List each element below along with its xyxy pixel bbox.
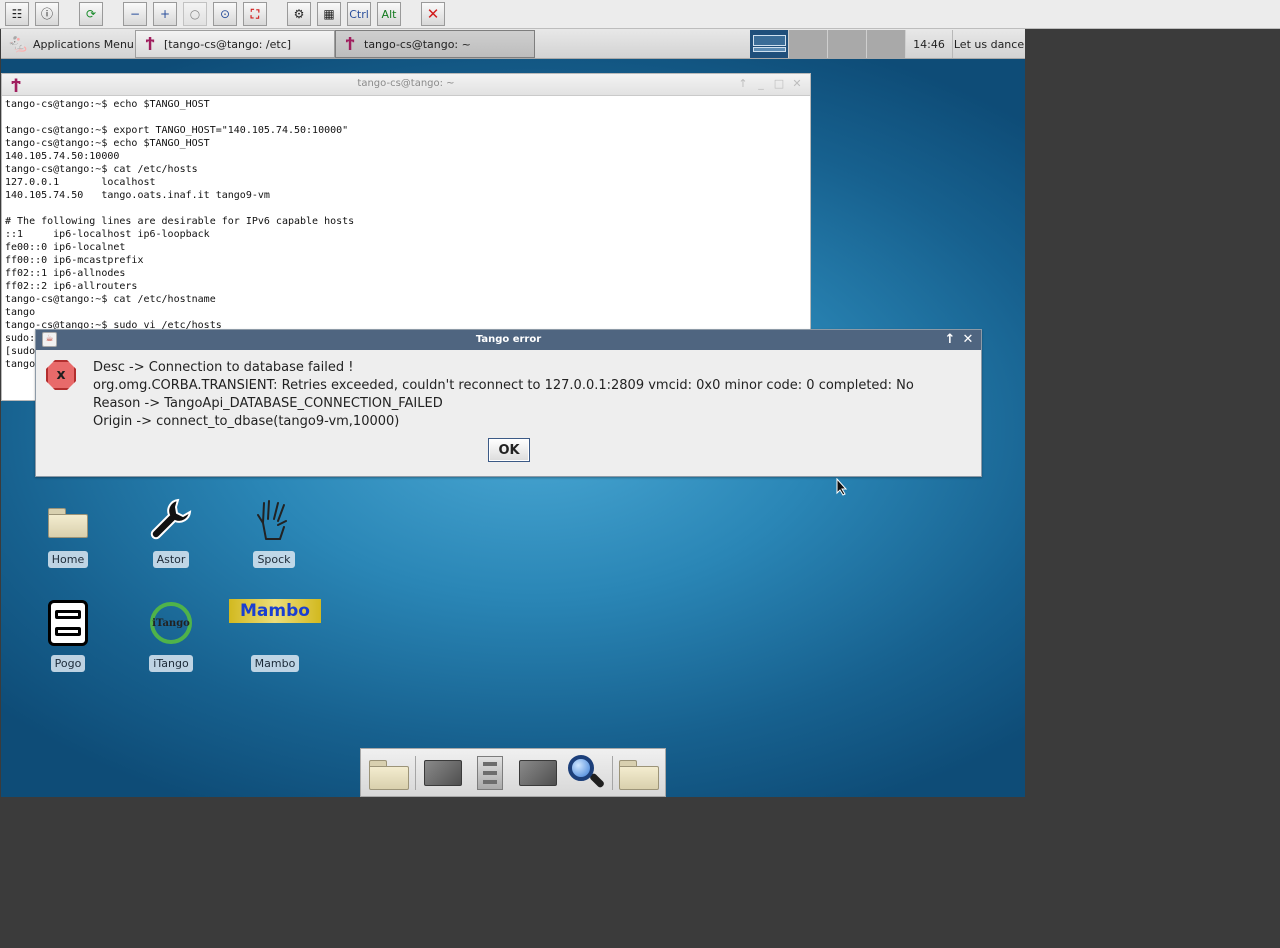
alt-button[interactable]: Alt xyxy=(377,2,401,26)
error-message: Desc -> Connection to database failed ! … xyxy=(93,359,914,431)
terminal-line: 127.0.0.1 localhost xyxy=(5,177,156,188)
folder-icon xyxy=(368,759,409,790)
desktop-icon-mambo[interactable]: Mambo Mambo xyxy=(229,599,321,672)
drive-icon xyxy=(424,759,462,786)
vulcan-hand-icon xyxy=(250,495,298,543)
terminal-line: 140.105.74.50 tango.oats.inaf.it tango9-… xyxy=(5,190,270,201)
terminal-app-icon: Ϯ xyxy=(345,36,355,51)
desktop-icon-label: Astor xyxy=(152,551,190,568)
clock[interactable]: 14:46 xyxy=(910,30,948,58)
send-keys-icon[interactable]: ▦ xyxy=(317,2,341,26)
maximize-icon[interactable]: □ xyxy=(772,77,786,91)
dock-panel xyxy=(360,748,666,797)
desktop-icon-label: Pogo xyxy=(50,655,86,672)
desktop-icon-itango[interactable]: iTango iTango xyxy=(131,599,211,672)
terminal-line: fe00::0 ip6-localnet xyxy=(5,242,126,253)
terminal-line: ff02::2 ip6-allrouters xyxy=(5,281,138,292)
connection-info-icon[interactable]: ⓘ xyxy=(35,2,59,26)
dock-drive-2[interactable] xyxy=(516,753,559,793)
workspace-3[interactable] xyxy=(828,30,867,58)
terminal-line: tango-cs@tango:~$ cat /etc/hostname xyxy=(5,294,216,305)
ok-button[interactable]: OK xyxy=(488,438,530,462)
terminal-line: ff02::1 ip6-allnodes xyxy=(5,268,126,279)
mouse-cursor-icon xyxy=(836,478,848,496)
terminal-line: ::1 ip6-localhost ip6-loopback xyxy=(5,229,210,240)
terminal-line: ff00::0 ip6-mcastprefix xyxy=(5,255,144,266)
terminal-line: tango xyxy=(5,307,36,318)
refresh-icon[interactable]: ⟳ xyxy=(79,2,103,26)
desktop-icon-label: Home xyxy=(47,551,89,568)
taskbar-item-label: tango-cs@tango: ~ xyxy=(364,37,471,51)
dialog-title: Tango error xyxy=(475,334,542,345)
workspace-2[interactable] xyxy=(789,30,828,58)
disconnect-icon[interactable]: ✕ xyxy=(421,2,445,26)
dock-file-manager[interactable] xyxy=(367,753,410,793)
ctrl-button[interactable]: Ctrl xyxy=(347,2,371,26)
drive-icon xyxy=(518,759,557,786)
terminal-line: tango-cs@tango:~$ echo $TANGO_HOST xyxy=(5,138,210,149)
zoom-in-icon[interactable]: + xyxy=(153,2,177,26)
desktop-icon-label: Spock xyxy=(253,551,295,568)
zoom-out-icon[interactable]: − xyxy=(123,2,147,26)
taskbar-item-terminal-etc[interactable]: Ϯ [tango-cs@tango: /etc] xyxy=(135,30,335,58)
xfce-mouse-icon: 🐁 xyxy=(7,33,30,54)
taskbar-item-terminal-home[interactable]: Ϯ tango-cs@tango: ~ xyxy=(335,30,535,58)
ctrl-alt-del-icon[interactable]: ⚙ xyxy=(287,2,311,26)
minimize-icon[interactable]: _ xyxy=(754,77,768,91)
keep-above-icon[interactable]: ↑ xyxy=(736,77,750,91)
error-reason: Reason -> TangoApi_DATABASE_CONNECTION_F… xyxy=(93,396,443,411)
terminal-line: # The following lines are desirable for … xyxy=(5,216,355,227)
dialog-titlebar[interactable]: ☕ Tango error ↑ ✕ xyxy=(36,330,981,350)
error-icon: x xyxy=(46,360,76,390)
dock-cabinet[interactable] xyxy=(469,753,512,793)
terminal-line: 140.105.74.50:10000 xyxy=(5,151,120,162)
terminal-title: tango-cs@tango: ~ xyxy=(357,78,455,89)
fullscreen-icon[interactable]: ⛶ xyxy=(243,2,267,26)
workspace-4[interactable] xyxy=(867,30,906,58)
workspace-1[interactable] xyxy=(750,30,789,58)
tango-error-dialog[interactable]: ☕ Tango error ↑ ✕ x Desc -> Connection t… xyxy=(35,329,982,477)
error-origin: Origin -> connect_to_dbase(tango9-vm,100… xyxy=(93,414,400,429)
cabinet-icon xyxy=(477,755,504,790)
terminal-line: tango-cs@tango:~$ export TANGO_HOST="140… xyxy=(5,125,349,136)
desktop-icon-label: Mambo xyxy=(250,655,300,672)
terminal-app-icon: Ϯ xyxy=(145,36,155,51)
close-icon[interactable]: ✕ xyxy=(790,77,804,91)
wrench-icon xyxy=(147,495,195,543)
taskbar-item-label: [tango-cs@tango: /etc] xyxy=(164,37,292,51)
top-panel: 🐁 Applications Menu Ϯ [tango-cs@tango: /… xyxy=(1,29,1025,59)
terminal-titlebar[interactable]: Ϯ tango-cs@tango: ~ ↑ _ □ ✕ xyxy=(2,74,810,96)
desktop-icon-astor[interactable]: Astor xyxy=(131,495,211,568)
user-action-button[interactable]: Let us dance xyxy=(952,30,1025,58)
desktop-icon-spock[interactable]: Spock xyxy=(234,495,314,568)
applications-menu-label: Applications Menu xyxy=(33,37,134,51)
dock-search[interactable] xyxy=(563,753,606,793)
folder-icon xyxy=(48,508,88,538)
cabinet-icon xyxy=(48,600,88,646)
dock-folder[interactable] xyxy=(618,753,661,793)
terminal-line: tango-cs@tango:~$ echo $TANGO_HOST xyxy=(5,99,210,110)
zoom-fit-icon[interactable]: ⊙ xyxy=(213,2,237,26)
applications-menu-button[interactable]: 🐁 Applications Menu xyxy=(1,30,134,58)
zoom-100-icon[interactable]: ○ xyxy=(183,2,207,26)
folder-icon xyxy=(619,759,660,790)
dock-drive-1[interactable] xyxy=(421,753,464,793)
keep-above-icon[interactable]: ↑ xyxy=(942,332,958,348)
mambo-logo: Mambo xyxy=(229,599,321,623)
itango-logo: iTango xyxy=(150,602,192,644)
desktop-icon-home[interactable]: Home xyxy=(28,495,108,568)
close-icon[interactable]: ✕ xyxy=(960,332,976,348)
error-corba: org.omg.CORBA.TRANSIENT: Retries exceede… xyxy=(93,378,914,393)
vnc-toolbar: ☷ ⓘ ⟳ − + ○ ⊙ ⛶ ⚙ ▦ Ctrl Alt ✕ xyxy=(0,0,1280,29)
options-icon[interactable]: ☷ xyxy=(5,2,29,26)
desktop-icon-label: iTango xyxy=(149,655,193,672)
search-icon xyxy=(565,753,606,793)
terminal-line: tango-cs@tango:~$ cat /etc/hosts xyxy=(5,164,198,175)
desktop-icon-pogo[interactable]: Pogo xyxy=(28,599,108,672)
error-desc: Desc -> Connection to database failed ! xyxy=(93,360,354,375)
